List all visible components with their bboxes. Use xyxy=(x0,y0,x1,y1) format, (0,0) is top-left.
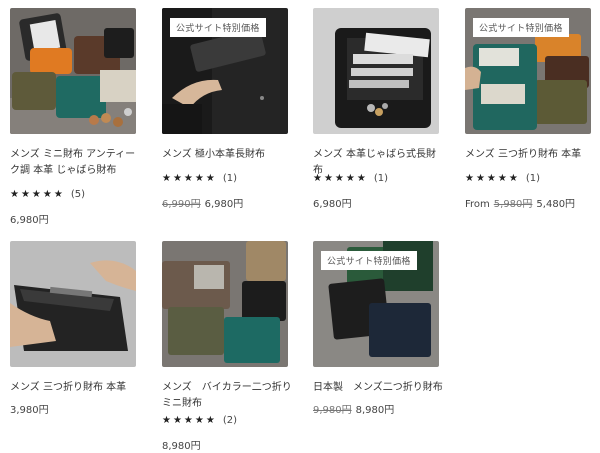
product-title[interactable]: メンズ 極小本革長財布 xyxy=(162,147,292,163)
price-from-label: From xyxy=(465,199,490,210)
rating-stars-icon: ★★★★★ xyxy=(465,173,520,184)
product-price: 9,980円 8,980円 xyxy=(313,401,394,416)
review-count: (1) xyxy=(222,173,237,184)
product-rating: ★★★★★ (2) xyxy=(162,415,237,426)
review-count: (5) xyxy=(70,189,85,200)
product-rating: ★★★★★ (1) xyxy=(313,173,388,184)
sale-price: 6,980円 xyxy=(313,199,352,210)
sale-price: 3,980円 xyxy=(10,405,49,416)
original-price: 6,990円 xyxy=(162,199,201,210)
product-price: 8,980円 xyxy=(162,437,201,452)
sale-price: 8,980円 xyxy=(162,441,201,452)
review-count: (1) xyxy=(373,173,388,184)
product-price: 6,990円 6,980円 xyxy=(162,195,243,210)
rating-stars-icon: ★★★★★ xyxy=(10,189,65,200)
product-title[interactable]: メンズ バイカラー二つ折りミニ財布 xyxy=(162,380,292,412)
product-rating: ★★★★★ (5) xyxy=(10,189,85,200)
rating-stars-icon: ★★★★★ xyxy=(313,173,368,184)
product-image[interactable] xyxy=(313,8,439,134)
product-title[interactable]: メンズ 三つ折り財布 本革 xyxy=(10,380,140,396)
original-price: 5,980円 xyxy=(493,199,533,210)
original-price: 9,980円 xyxy=(313,405,352,416)
product-title[interactable]: メンズ 三つ折り財布 本革 xyxy=(465,147,595,163)
sale-price: 6,980円 xyxy=(204,199,244,210)
sale-price: 8,980円 xyxy=(355,405,395,416)
product-rating: ★★★★★ (1) xyxy=(162,173,237,184)
product-rating: ★★★★★ (1) xyxy=(465,173,540,184)
sale-price: 6,980円 xyxy=(10,215,49,226)
product-title[interactable]: メンズ ミニ財布 アンティーク調 本革 じゃばら財布 xyxy=(10,147,140,179)
product-title[interactable]: 日本製 メンズ二つ折り財布 xyxy=(313,380,443,396)
product-price: 6,980円 xyxy=(10,211,49,226)
rating-stars-icon: ★★★★★ xyxy=(162,415,217,426)
special-price-badge: 公式サイト特別価格 xyxy=(321,251,417,270)
product-price: 6,980円 xyxy=(313,195,352,210)
wallet-photo-icon xyxy=(10,241,136,367)
product-price: From 5,980円 5,480円 xyxy=(465,195,575,210)
special-price-badge: 公式サイト特別価格 xyxy=(170,18,266,37)
wallet-photo-icon xyxy=(162,241,288,367)
wallet-photo-icon xyxy=(10,8,136,134)
product-image[interactable] xyxy=(10,8,136,134)
review-count: (2) xyxy=(222,415,237,426)
product-image[interactable]: 公式サイト特別価格 xyxy=(162,8,288,134)
product-image[interactable]: 公式サイト特別価格 xyxy=(313,241,439,367)
product-image[interactable] xyxy=(10,241,136,367)
wallet-photo-icon xyxy=(313,8,439,134)
sale-price: 5,480円 xyxy=(536,199,576,210)
product-image[interactable]: 公式サイト特別価格 xyxy=(465,8,591,134)
special-price-badge: 公式サイト特別価格 xyxy=(473,18,569,37)
rating-stars-icon: ★★★★★ xyxy=(162,173,217,184)
review-count: (1) xyxy=(525,173,540,184)
product-image[interactable] xyxy=(162,241,288,367)
product-price: 3,980円 xyxy=(10,401,49,416)
